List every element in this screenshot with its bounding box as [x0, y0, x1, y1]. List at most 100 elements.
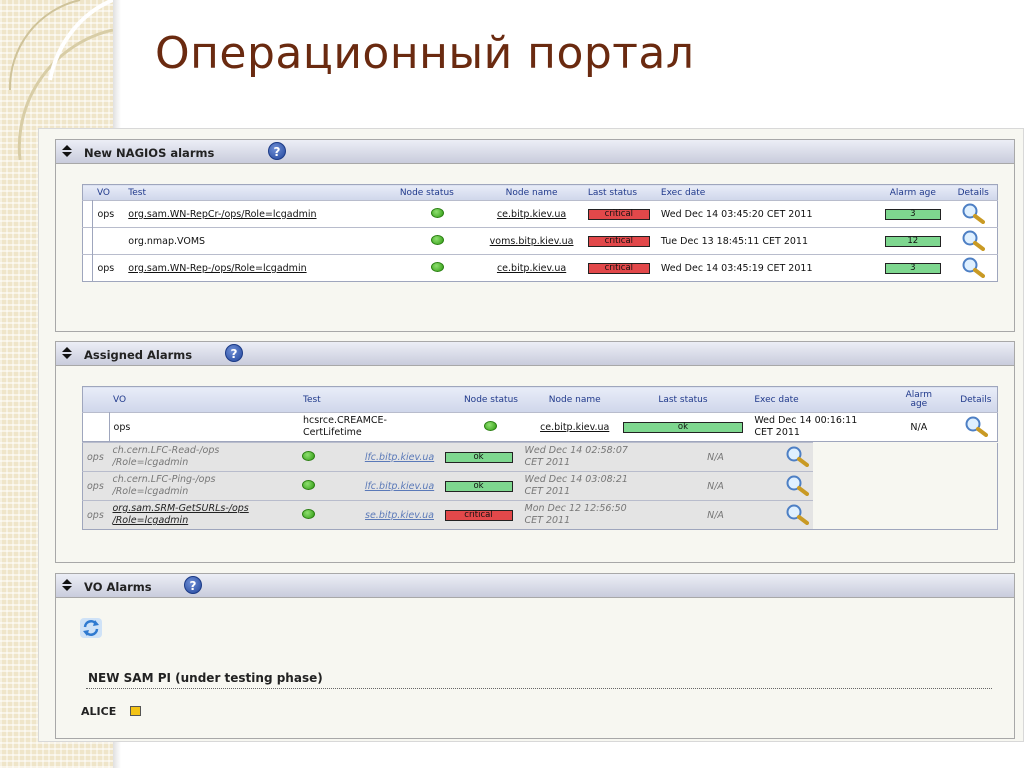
- node-link[interactable]: se.bitp.kiev.ua: [365, 510, 434, 521]
- test-link[interactable]: org.sam.WN-Rep-/ops/Role=lcgadmin: [128, 263, 306, 274]
- details-magnifier-icon[interactable]: [961, 229, 986, 251]
- table-header-row: VO Test Node status Node name Last statu…: [82, 184, 998, 201]
- table-row[interactable]: ops org.sam.WN-RepCr-/ops/Role=lcgadmin …: [82, 200, 998, 228]
- table-row[interactable]: org.nmap.VOMS voms.bitp.kiev.ua critical…: [82, 227, 998, 255]
- exec-date-cell: Wed Dec 14 03:45:20 CET 2011: [656, 200, 877, 228]
- test-line2: /Role=lcgadmin: [112, 486, 189, 497]
- node-name-cell[interactable]: ce.bitp.kiev.ua: [533, 412, 616, 442]
- help-icon[interactable]: ?: [268, 142, 286, 160]
- refresh-icon[interactable]: [80, 618, 102, 638]
- assigned-alarms-header[interactable]: Assigned Alarms ?: [56, 342, 1014, 366]
- col-details[interactable]: Details: [954, 386, 998, 413]
- table-row[interactable]: ops ch.cern.LFC-Ping-/ops/Role=lcgadmin …: [82, 471, 998, 501]
- node-link[interactable]: ce.bitp.kiev.ua: [497, 209, 566, 220]
- table-header-row: VO Test Node status Node name Last statu…: [82, 386, 998, 413]
- slide: Операционный портал New NAGIOS alarms ? …: [0, 0, 1024, 768]
- details-cell[interactable]: [949, 254, 998, 282]
- collapse-toggle-icon[interactable]: [61, 144, 73, 158]
- details-magnifier-icon[interactable]: [785, 474, 809, 496]
- node-name-cell[interactable]: se.bitp.kiev.ua: [358, 500, 441, 530]
- sam-pi-heading: NEW SAM PI (under testing phase): [88, 671, 323, 685]
- vo-cell: ops: [92, 200, 125, 228]
- details-cell[interactable]: [949, 200, 998, 228]
- details-cell[interactable]: [949, 227, 998, 255]
- col-last-status[interactable]: Last status: [615, 386, 751, 413]
- col-alarm-age[interactable]: Alarm age: [876, 184, 950, 201]
- details-cell[interactable]: [780, 442, 813, 472]
- alice-label[interactable]: ALICE: [81, 705, 116, 718]
- alarm-age-cell: N/A: [650, 442, 781, 472]
- col-vo[interactable]: VO: [92, 184, 125, 201]
- col-node-name[interactable]: Node name: [479, 184, 584, 201]
- details-cell[interactable]: [954, 412, 998, 442]
- status-badge: ok: [622, 422, 743, 433]
- status-ok-icon: [302, 508, 315, 519]
- col-alarm-age-line2: age: [910, 398, 928, 409]
- col-node-status[interactable]: Node status: [448, 386, 534, 413]
- col-exec-date[interactable]: Exec date: [750, 386, 884, 413]
- nagios-alarms-header[interactable]: New NAGIOS alarms ?: [56, 140, 1014, 164]
- help-icon[interactable]: ?: [184, 576, 202, 594]
- col-node-name[interactable]: Node name: [533, 386, 616, 413]
- col-test[interactable]: Test: [124, 184, 396, 201]
- table-row[interactable]: ops hcsrce.CREAMCE- CertLifetime ce.bitp.…: [82, 412, 998, 442]
- test-cell[interactable]: org.sam.SRM-GetSURLs-/ops/Role=lcgadmin: [108, 500, 259, 530]
- divider: [86, 688, 992, 689]
- details-magnifier-icon[interactable]: [961, 256, 986, 278]
- status-ok-icon: [431, 234, 445, 245]
- node-status-cell: [258, 471, 359, 501]
- col-test[interactable]: Test: [298, 386, 449, 413]
- col-details[interactable]: Details: [949, 184, 998, 201]
- test-cell[interactable]: org.sam.WN-RepCr-/ops/Role=lcgadmin: [124, 200, 396, 228]
- node-link[interactable]: lfc.bitp.kiev.ua: [365, 481, 434, 492]
- col-alarm-age[interactable]: Alarm age: [883, 386, 955, 413]
- node-link[interactable]: voms.bitp.kiev.ua: [490, 236, 574, 247]
- vo-alarms-header[interactable]: VO Alarms ?: [56, 574, 1014, 598]
- test-link-line2[interactable]: /Role=lcgadmin: [113, 515, 189, 526]
- node-name-cell[interactable]: ce.bitp.kiev.ua: [479, 254, 584, 282]
- details-magnifier-icon[interactable]: [785, 503, 809, 525]
- col-node-status[interactable]: Node status: [395, 184, 480, 201]
- row-marker: [82, 200, 94, 228]
- last-status-cell: ok: [440, 471, 521, 501]
- exec-line2: CET 2011: [524, 457, 571, 468]
- node-name-cell[interactable]: lfc.bitp.kiev.ua: [358, 442, 441, 472]
- collapse-toggle-icon[interactable]: [61, 346, 73, 360]
- last-status-cell: critical: [440, 500, 521, 530]
- details-cell[interactable]: [780, 471, 813, 501]
- col-exec-date[interactable]: Exec date: [656, 184, 877, 201]
- node-link[interactable]: lfc.bitp.kiev.ua: [365, 452, 434, 463]
- node-status-cell: [258, 442, 359, 472]
- nagios-alarms-portlet: New NAGIOS alarms ? VO Test Node status …: [55, 139, 1015, 332]
- vo-cell: ops: [82, 442, 109, 472]
- table-row[interactable]: ops ch.cern.LFC-Read-/ops/Role=lcgadmin …: [82, 442, 998, 472]
- test-link-line1[interactable]: org.sam.SRM-GetSURLs-/ops: [113, 503, 249, 514]
- test-link[interactable]: org.sam.WN-RepCr-/ops/Role=lcgadmin: [128, 209, 316, 220]
- node-link[interactable]: ce.bitp.kiev.ua: [540, 422, 609, 433]
- details-magnifier-icon[interactable]: [964, 415, 988, 437]
- node-status-cell: [395, 200, 480, 228]
- exec-line2: CET 2011: [524, 515, 571, 526]
- test-cell[interactable]: org.sam.WN-Rep-/ops/Role=lcgadmin: [124, 254, 396, 282]
- row-filler: [812, 500, 998, 530]
- assigned-alarms-history-table: ops ch.cern.LFC-Read-/ops/Role=lcgadmin …: [82, 442, 998, 530]
- collapse-toggle-icon[interactable]: [61, 578, 73, 592]
- details-magnifier-icon[interactable]: [961, 202, 986, 224]
- test-line1: ch.cern.LFC-Ping-/ops: [112, 474, 216, 485]
- node-link[interactable]: ce.bitp.kiev.ua: [497, 263, 566, 274]
- help-icon[interactable]: ?: [225, 344, 243, 362]
- details-magnifier-icon[interactable]: [785, 445, 809, 467]
- alarm-age-badge: 3: [884, 263, 941, 274]
- col-last-status[interactable]: Last status: [583, 184, 657, 201]
- col-vo[interactable]: VO: [109, 386, 299, 413]
- details-cell[interactable]: [780, 500, 813, 530]
- table-row[interactable]: ops org.sam.WN-Rep-/ops/Role=lcgadmin ce…: [82, 254, 998, 282]
- status-badge: ok: [444, 452, 513, 463]
- table-row[interactable]: ops org.sam.SRM-GetSURLs-/ops/Role=lcgad…: [82, 500, 998, 530]
- node-name-cell[interactable]: voms.bitp.kiev.ua: [479, 227, 584, 255]
- alice-status-indicator[interactable]: [130, 706, 141, 716]
- node-name-cell[interactable]: ce.bitp.kiev.ua: [479, 200, 584, 228]
- node-name-cell[interactable]: lfc.bitp.kiev.ua: [358, 471, 441, 501]
- exec-line2: CET 2011: [754, 427, 800, 438]
- status-badge: critical: [587, 263, 650, 274]
